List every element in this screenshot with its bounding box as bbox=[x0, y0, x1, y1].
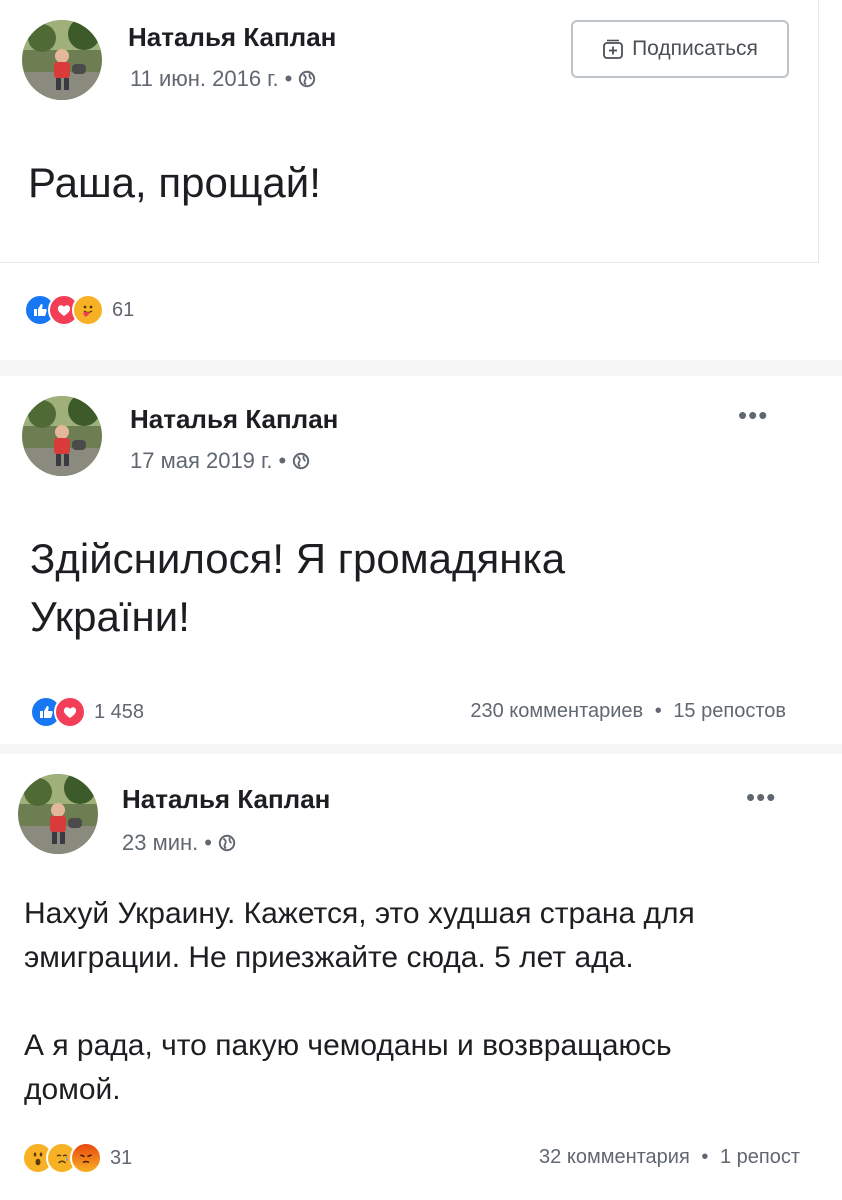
post-paragraph-1-line-2: эмиграции. Не приезжайте сюда. 5 лет ада… bbox=[24, 941, 634, 974]
comments-count[interactable]: 32 комментария bbox=[539, 1146, 690, 1168]
post-date[interactable]: 11 июн. 2016 г. bbox=[130, 66, 279, 92]
subscribe-icon bbox=[603, 39, 623, 59]
post-paragraph-1-line-1: Нахуй Украину. Кажется, это худшая стран… bbox=[24, 897, 695, 930]
post-date[interactable]: 17 мая 2019 г. bbox=[130, 448, 272, 474]
reactions-count: 31 bbox=[110, 1146, 133, 1169]
stats-separator: • bbox=[654, 700, 662, 722]
shares-count[interactable]: 1 репост bbox=[720, 1146, 800, 1168]
post-separator bbox=[0, 360, 842, 376]
post-meta: 11 июн. 2016 г. • bbox=[130, 66, 316, 92]
post-stats: 32 комментария • 1 репост bbox=[539, 1146, 800, 1169]
post-meta: 23 мин. • bbox=[122, 830, 236, 856]
post-stats: 230 комментариев • 15 репостов bbox=[470, 700, 786, 723]
avatar[interactable] bbox=[18, 774, 98, 854]
post-separator bbox=[0, 744, 842, 754]
post-card-1: Наталья Каплан 11 июн. 2016 г. • Подписа… bbox=[0, 0, 819, 263]
post-date[interactable]: 23 мин. bbox=[122, 830, 198, 856]
subscribe-button[interactable]: Подписаться bbox=[571, 20, 789, 78]
author-name[interactable]: Наталья Каплан bbox=[130, 404, 338, 435]
globe-icon bbox=[299, 70, 316, 88]
author-name[interactable]: Наталья Каплан bbox=[128, 22, 336, 53]
post-paragraph-2-line-1: А я рада, что пакую чемоданы и возвращаю… bbox=[24, 1029, 672, 1062]
comments-count[interactable]: 230 комментариев bbox=[470, 700, 643, 722]
globe-icon bbox=[292, 452, 310, 470]
meta-separator: • bbox=[284, 66, 293, 91]
more-options-icon[interactable]: ••• bbox=[738, 402, 768, 428]
shares-count[interactable]: 15 репостов bbox=[673, 700, 786, 722]
subscribe-label: Подписаться bbox=[632, 37, 758, 60]
avatar[interactable] bbox=[22, 396, 102, 476]
avatar-photo bbox=[22, 20, 102, 100]
globe-icon bbox=[218, 834, 236, 852]
angry-icon bbox=[70, 1142, 102, 1174]
love-icon bbox=[54, 696, 86, 728]
reactions-summary[interactable]: 61 bbox=[24, 294, 134, 326]
post-text-line-1: Здійснилося! Я громадянка bbox=[30, 535, 566, 582]
avatar[interactable] bbox=[22, 20, 102, 100]
post-text: Раша, прощай! bbox=[28, 159, 321, 206]
post-card-2: Наталья Каплан 17 мая 2019 г. • ••• Здій… bbox=[0, 376, 842, 744]
reactions-summary[interactable]: 1 458 bbox=[30, 696, 144, 728]
avatar-photo bbox=[22, 396, 102, 476]
author-name[interactable]: Наталья Каплан bbox=[122, 784, 330, 815]
reactions-count: 1 458 bbox=[94, 700, 145, 723]
more-options-icon[interactable]: ••• bbox=[746, 784, 776, 810]
post-meta: 17 мая 2019 г. • bbox=[130, 448, 310, 474]
avatar-photo bbox=[18, 774, 98, 854]
post-text-line-2: України! bbox=[30, 593, 190, 640]
post-paragraph-2-line-2: домой. bbox=[24, 1073, 121, 1106]
stats-separator: • bbox=[701, 1146, 709, 1168]
meta-separator: • bbox=[278, 448, 287, 473]
reactions-count: 61 bbox=[112, 298, 135, 321]
reactions-summary[interactable]: 31 bbox=[22, 1142, 132, 1174]
post-card-3: Наталья Каплан 23 мин. • ••• Нахуй Украи… bbox=[0, 754, 842, 1200]
care-icon bbox=[72, 294, 104, 326]
meta-separator: • bbox=[204, 830, 212, 855]
